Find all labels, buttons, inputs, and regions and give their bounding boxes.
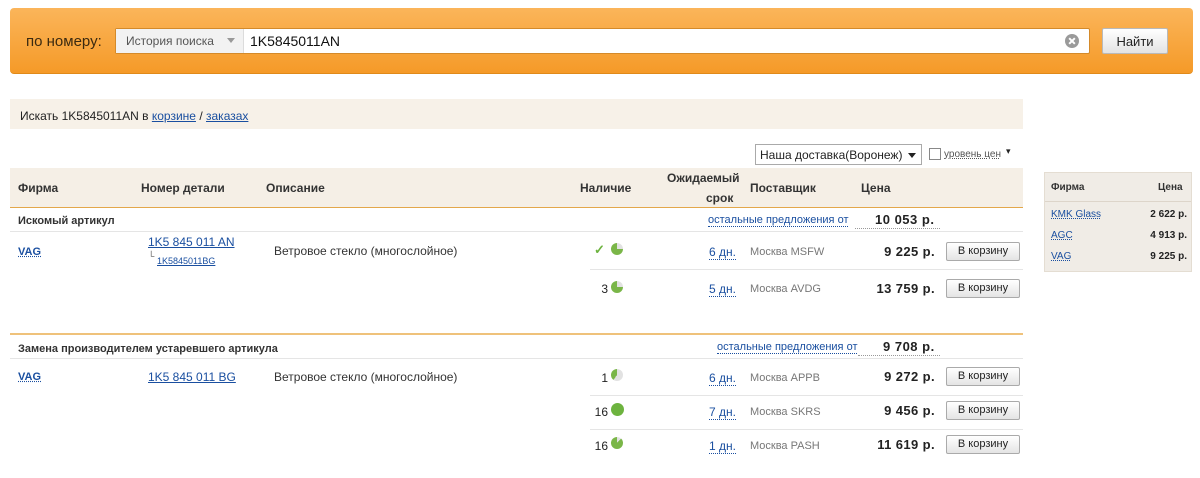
supplier: Москва SKRS bbox=[750, 406, 821, 418]
sub-number-link[interactable]: 1K5845011BG bbox=[157, 256, 215, 266]
divider bbox=[590, 395, 1023, 396]
side-firm-link[interactable]: VAG bbox=[1051, 251, 1071, 262]
header-supplier: Поставщик bbox=[750, 181, 816, 195]
pie-icon bbox=[611, 369, 623, 381]
side-firm-link[interactable]: KMK Glass bbox=[1051, 209, 1101, 220]
header-firm: Фирма bbox=[18, 181, 59, 195]
search-in-prefix: Искать 1K5845011AN в bbox=[20, 109, 149, 123]
search-mode-label: по номеру: bbox=[26, 33, 102, 50]
header-description: Описание bbox=[266, 181, 325, 195]
section-title: Искомый артикул bbox=[18, 215, 115, 227]
part-number-link[interactable]: 1K5 845 011 AN bbox=[148, 235, 235, 249]
min-price: 9 708 р. bbox=[883, 339, 935, 354]
clear-icon[interactable] bbox=[1065, 34, 1079, 48]
add-to-cart-button[interactable]: В корзину bbox=[946, 279, 1020, 298]
header-expected-1: Ожидаемый bbox=[667, 171, 740, 185]
delivery-days[interactable]: 7 дн. bbox=[709, 405, 736, 420]
quantity: 16 bbox=[594, 405, 608, 419]
part-number-link[interactable]: 1K5 845 011 BG bbox=[148, 370, 236, 384]
supplier: Москва MSFW bbox=[750, 246, 825, 258]
divider bbox=[590, 269, 1023, 270]
find-button[interactable]: Найти bbox=[1102, 28, 1168, 54]
min-price-underline bbox=[858, 355, 940, 356]
price: 11 619 р. bbox=[877, 437, 935, 452]
pie-icon bbox=[611, 243, 623, 255]
firm-link[interactable]: VAG bbox=[18, 246, 41, 258]
min-price: 10 053 р. bbox=[875, 212, 935, 227]
description: Ветровое стекло (многослойное) bbox=[274, 370, 458, 384]
search-input[interactable]: 1K5845011AN bbox=[250, 33, 340, 49]
orders-link[interactable]: заказах bbox=[206, 109, 248, 123]
search-history-label: История поиска bbox=[126, 34, 214, 48]
side-firm-link[interactable]: AGC bbox=[1051, 230, 1073, 241]
divider bbox=[10, 358, 1023, 359]
price: 9 225 р. bbox=[884, 244, 935, 259]
price: 9 456 р. bbox=[884, 403, 935, 418]
description: Ветровое стекло (многослойное) bbox=[274, 244, 458, 258]
firm-link[interactable]: VAG bbox=[18, 371, 41, 383]
search-history-dropdown[interactable]: История поиска bbox=[116, 29, 244, 53]
divider bbox=[1045, 201, 1191, 202]
search-field[interactable]: История поиска 1K5845011AN bbox=[115, 28, 1090, 54]
add-to-cart-button[interactable]: В корзину bbox=[946, 435, 1020, 454]
delivery-days[interactable]: 5 дн. bbox=[709, 282, 736, 297]
chevron-down-icon bbox=[908, 153, 916, 158]
side-header-firm: Фирма bbox=[1051, 182, 1085, 193]
search-in-bar: Искать 1K5845011AN в корзине / заказах bbox=[10, 99, 1023, 129]
price: 13 759 р. bbox=[876, 281, 935, 296]
sub-number-arrow: └ bbox=[148, 251, 155, 261]
price-level-checkbox[interactable] bbox=[929, 148, 941, 160]
supplier: Москва AVDG bbox=[750, 283, 821, 295]
other-offers-link[interactable]: остальные предложения от bbox=[717, 341, 858, 354]
add-to-cart-button[interactable]: В корзину bbox=[946, 401, 1020, 420]
header-price: Цена bbox=[861, 181, 891, 195]
quantity: 1 bbox=[601, 371, 608, 385]
check-icon: ✓ bbox=[594, 242, 605, 257]
side-price: 2 622 р. bbox=[1150, 209, 1187, 220]
delivery-days[interactable]: 1 дн. bbox=[709, 439, 736, 454]
add-to-cart-button[interactable]: В корзину bbox=[946, 242, 1020, 261]
header-expected-2: срок bbox=[706, 191, 734, 205]
delivery-days[interactable]: 6 дн. bbox=[709, 245, 736, 260]
side-price: 9 225 р. bbox=[1150, 251, 1187, 262]
supplier: Москва PASH bbox=[750, 440, 820, 452]
price-summary-panel: Фирма Цена KMK Glass 2 622 р. AGC 4 913 … bbox=[1044, 172, 1192, 272]
price-level-dropdown-icon[interactable]: ▾ bbox=[1006, 146, 1011, 157]
price-level-label[interactable]: уровень цен bbox=[944, 149, 1001, 160]
divider bbox=[590, 429, 1023, 430]
quantity: 3 bbox=[601, 282, 608, 296]
side-header-price: Цена bbox=[1158, 182, 1183, 193]
quantity: 16 bbox=[594, 439, 608, 453]
section-divider bbox=[10, 333, 1023, 335]
delivery-select[interactable]: Наша доставка(Воронеж) bbox=[755, 144, 922, 165]
other-offers-link[interactable]: остальные предложения от bbox=[708, 214, 849, 227]
divider bbox=[10, 231, 1023, 232]
delivery-days[interactable]: 6 дн. bbox=[709, 371, 736, 386]
delivery-selected: Наша доставка(Воронеж) bbox=[760, 148, 903, 162]
pie-icon bbox=[611, 403, 624, 416]
pie-icon bbox=[611, 437, 623, 449]
header-part-number: Номер детали bbox=[141, 181, 225, 195]
min-price-underline bbox=[855, 228, 940, 229]
supplier: Москва APPB bbox=[750, 372, 820, 384]
search-in-separator: / bbox=[199, 109, 203, 123]
add-to-cart-button[interactable]: В корзину bbox=[946, 367, 1020, 386]
pie-icon bbox=[611, 281, 623, 293]
side-price: 4 913 р. bbox=[1150, 230, 1187, 241]
cart-link[interactable]: корзине bbox=[152, 109, 196, 123]
price: 9 272 р. bbox=[884, 369, 935, 384]
results-table-header: Фирма Номер детали Описание Наличие Ожид… bbox=[10, 168, 1023, 208]
header-availability: Наличие bbox=[580, 181, 632, 195]
section-title: Замена производителем устаревшего артику… bbox=[18, 343, 278, 355]
chevron-down-icon bbox=[227, 38, 235, 43]
